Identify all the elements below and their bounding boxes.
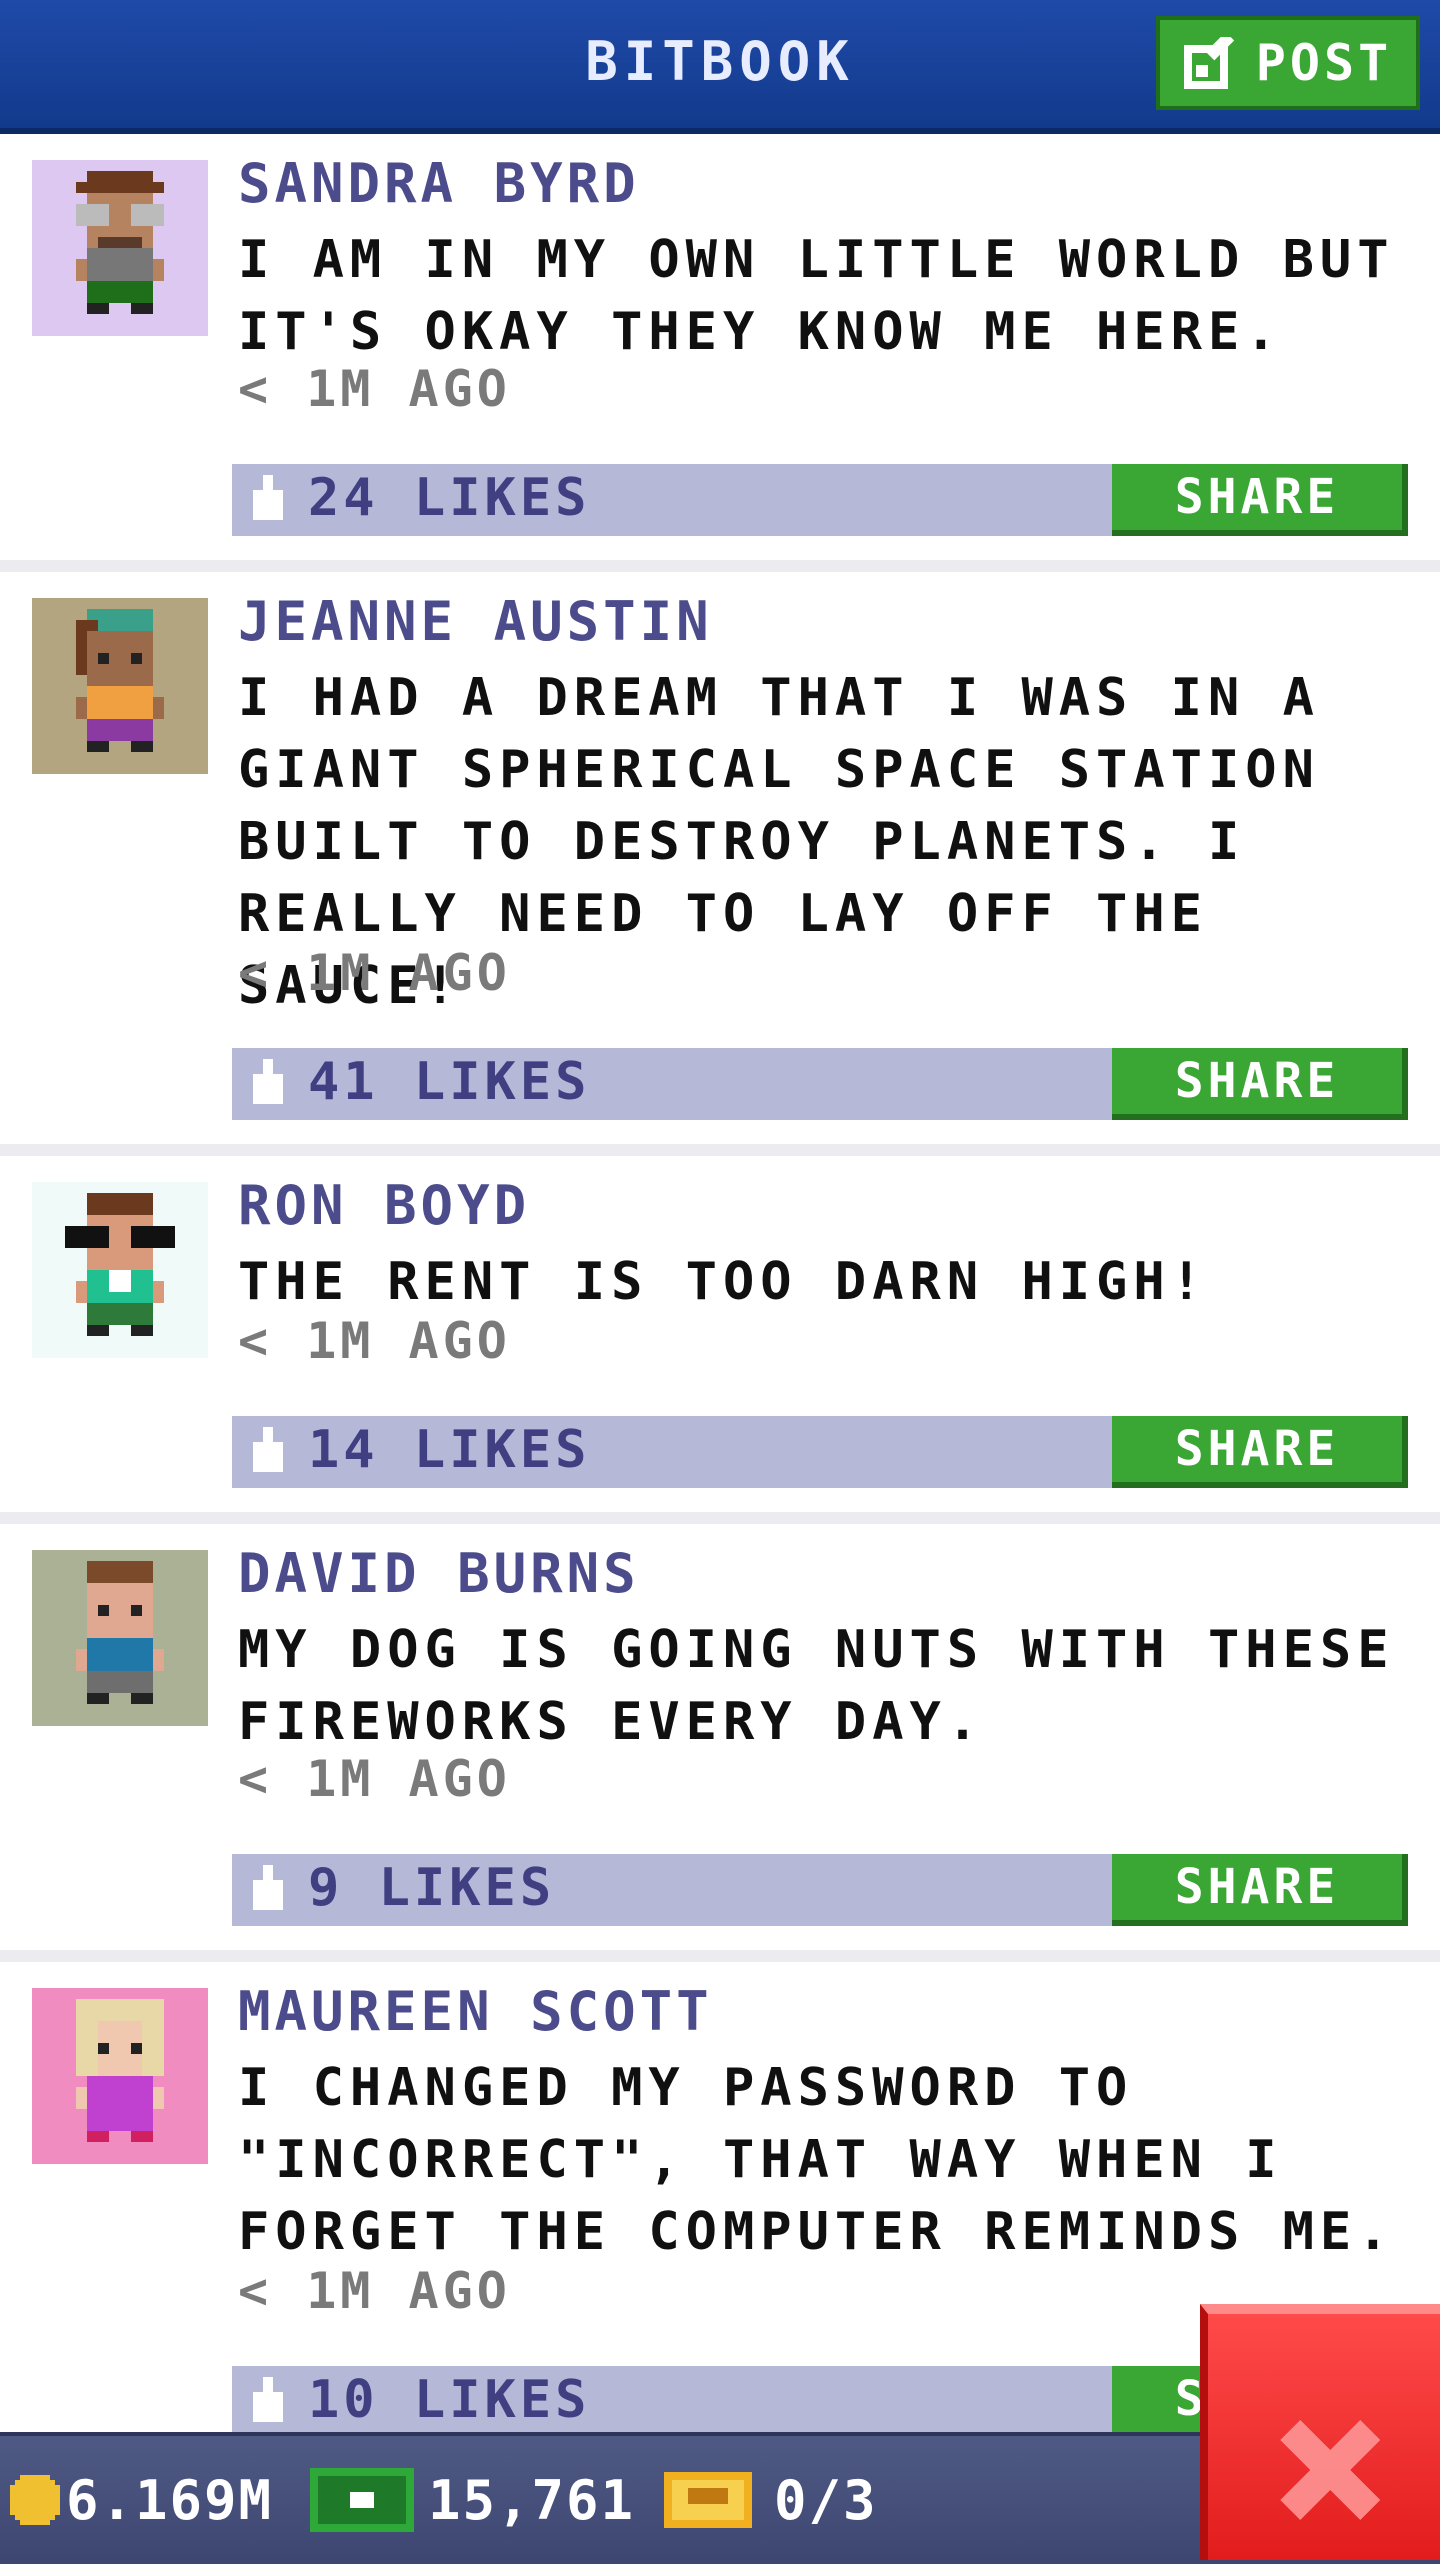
post-text: THE RENT IS TOO DARN HIGH! [238,1252,1208,1312]
post-time: < 1M AGO [238,360,511,418]
compose-icon [1183,37,1234,89]
post-time: < 1M AGO [238,1750,511,1808]
thumbs-up-icon[interactable] [248,1058,288,1110]
post-author[interactable]: JEANNE AUSTIN [238,590,713,653]
feed-post: DAVID BURNS MY DOG IS GOING NUTS WITH TH… [0,1524,1440,1950]
avatar[interactable] [32,1988,208,2164]
likes-bar: 14 LIKES SHARE [232,1416,1408,1488]
post-button[interactable]: POST [1156,16,1420,110]
post-author[interactable]: RON BOYD [238,1174,530,1237]
post-button-label: POST [1255,34,1393,92]
thumbs-up-icon[interactable] [248,474,288,526]
post-time: < 1M AGO [238,2262,511,2320]
likes-count: 41 LIKES [308,1052,591,1112]
likes-count: 24 LIKES [308,468,591,528]
likes-bar: 24 LIKES SHARE [232,464,1408,536]
avatar[interactable] [32,1182,208,1358]
post-time: < 1M AGO [238,944,511,1002]
vip-ticket-icon [664,2472,752,2528]
share-button[interactable]: SHARE [1112,1048,1408,1120]
likes-count: 14 LIKES [308,1420,591,1480]
avatar-bitizen-icon [32,1182,208,1358]
feed-post: SANDRA BYRD I AM IN MY OWN LITTLE WORLD … [0,134,1440,560]
bux-icon [310,2468,414,2532]
tickets-value: 0/3 [774,2468,878,2532]
avatar-bitizen-icon [32,598,208,774]
post-time: < 1M AGO [238,1312,511,1370]
thumbs-up-icon[interactable] [248,2376,288,2428]
tickets-stat: 0/3 [664,2460,878,2540]
close-button[interactable] [1200,2304,1440,2560]
avatar[interactable] [32,598,208,774]
close-icon [1280,2420,1380,2520]
post-text: I AM IN MY OWN LITTLE WORLD BUT IT'S OKA… [238,230,1395,362]
coins-stat: 6.169M [10,2460,273,2540]
likes-count: 10 LIKES [308,2370,591,2430]
feed-post: RON BOYD THE RENT IS TOO DARN HIGH! < 1M… [0,1156,1440,1512]
likes-bar: 41 LIKES SHARE [232,1048,1408,1120]
thumbs-up-icon[interactable] [248,1426,288,1478]
likes-bar: 9 LIKES SHARE [232,1854,1408,1926]
avatar[interactable] [32,1550,208,1726]
post-author[interactable]: SANDRA BYRD [238,152,640,215]
avatar-bitizen-icon [32,1988,208,2164]
share-button[interactable]: SHARE [1112,1854,1408,1926]
post-author[interactable]: MAUREEN SCOTT [238,1980,713,2043]
bux-stat: 15,761 [310,2460,635,2540]
likes-count: 9 LIKES [308,1858,556,1918]
coins-value: 6.169M [66,2468,274,2532]
avatar[interactable] [32,160,208,336]
post-text: I CHANGED MY PASSWORD TO "INCORRECT", TH… [238,2058,1395,2262]
post-author[interactable]: DAVID BURNS [238,1542,640,1605]
feed-post: JEANNE AUSTIN I HAD A DREAM THAT I WAS I… [0,572,1440,1144]
bux-value: 15,761 [428,2468,636,2532]
post-text: MY DOG IS GOING NUTS WITH THESE FIREWORK… [238,1620,1395,1752]
share-button[interactable]: SHARE [1112,1416,1408,1488]
share-button[interactable]: SHARE [1112,464,1408,536]
avatar-bitizen-icon [32,1550,208,1726]
thumbs-up-icon[interactable] [248,1864,288,1916]
coin-icon [10,2475,60,2525]
avatar-bitizen-icon [32,160,208,336]
app-header: BITBOOK POST [0,0,1440,134]
